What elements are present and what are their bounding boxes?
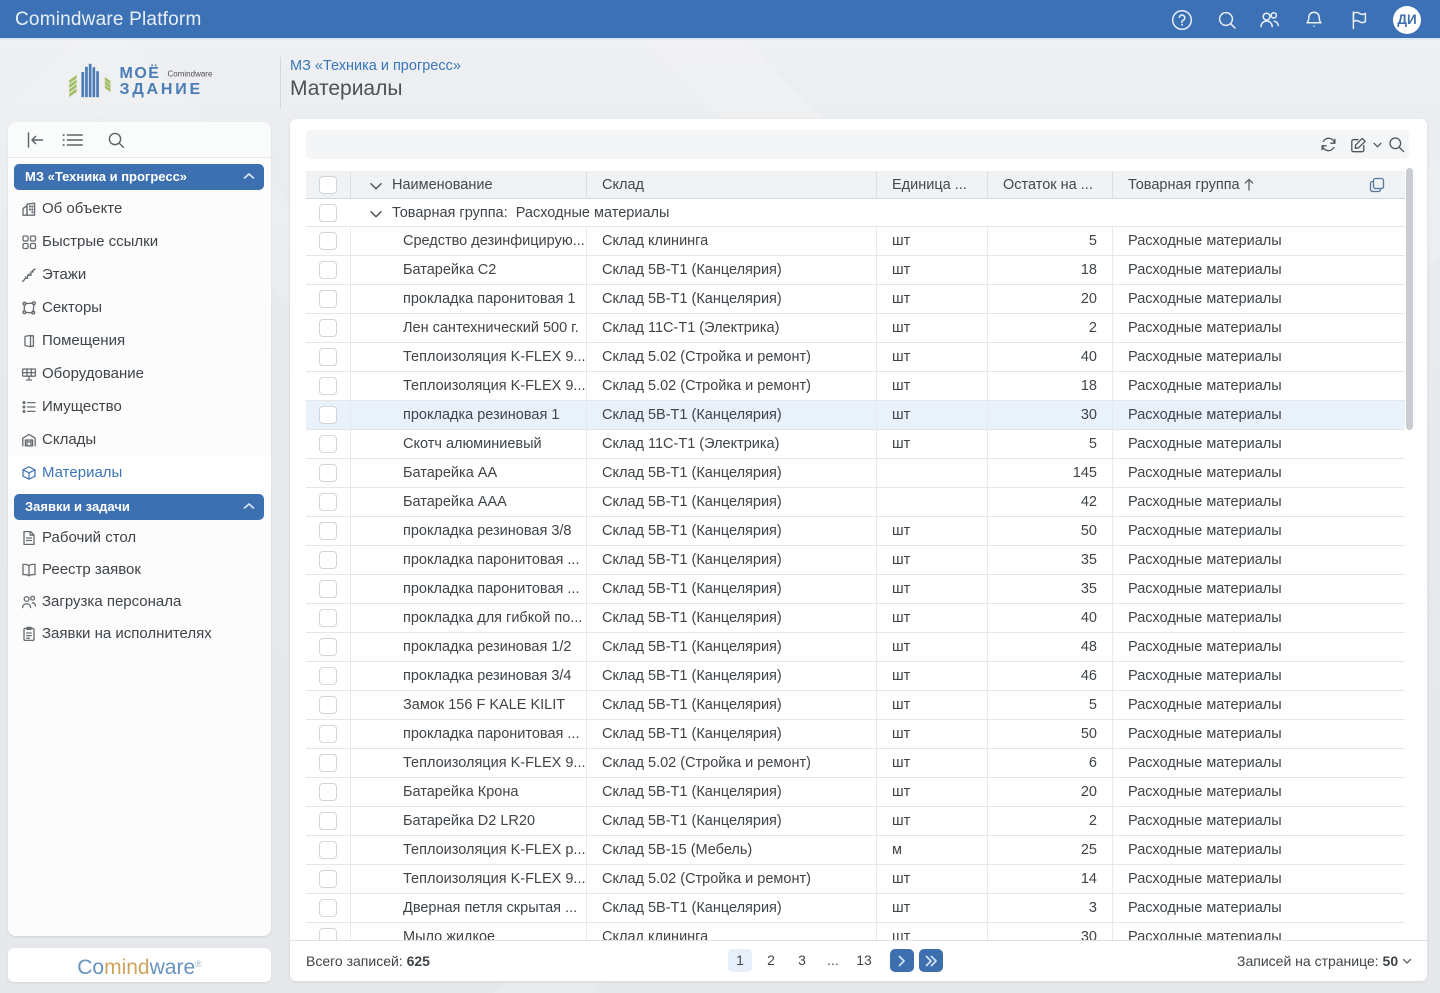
svg-text:Comindware: Comindware	[168, 70, 213, 79]
svg-text:ЗДАНИЕ: ЗДАНИЕ	[120, 81, 204, 98]
svg-text:МОЁ: МОЁ	[120, 64, 161, 82]
